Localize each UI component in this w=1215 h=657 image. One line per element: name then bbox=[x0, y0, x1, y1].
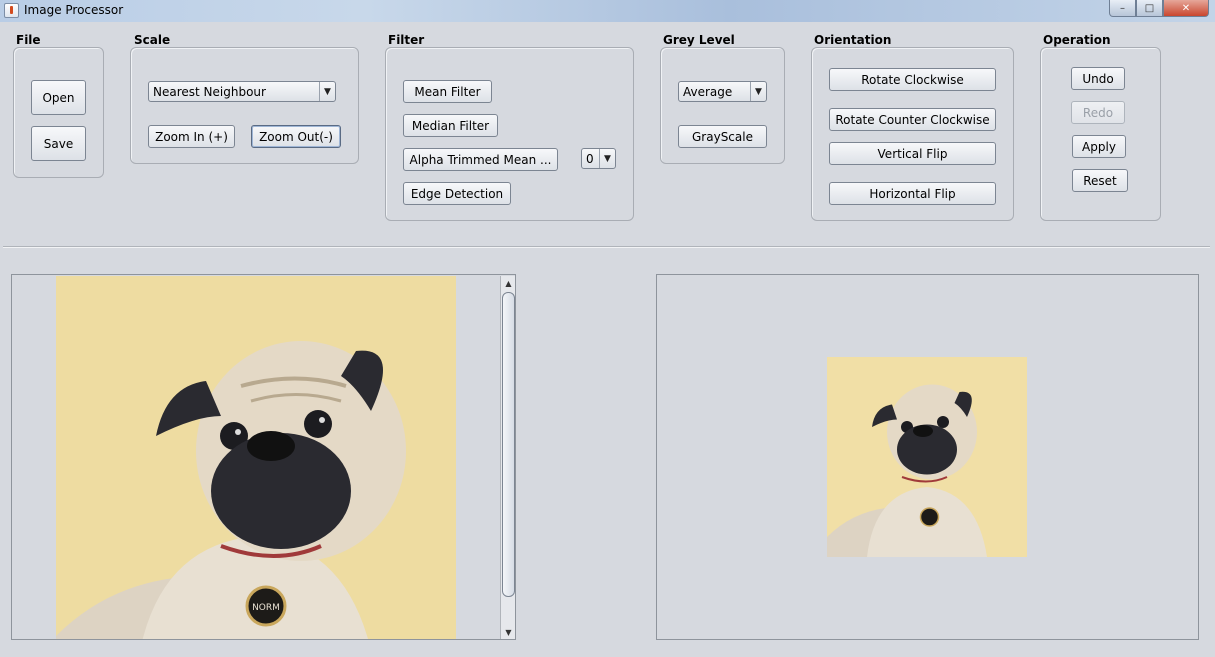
window-controls: – □ ✕ bbox=[1109, 0, 1209, 18]
original-image: NORM bbox=[56, 276, 456, 639]
pug-thumbnail bbox=[827, 357, 1027, 557]
grey-method-value: Average bbox=[683, 84, 733, 99]
open-button[interactable]: Open bbox=[31, 80, 86, 115]
reset-button[interactable]: Reset bbox=[1072, 169, 1128, 192]
alpha-trimmed-mean-button[interactable]: Alpha Trimmed Mean ... bbox=[403, 148, 558, 171]
scale-group-label: Scale bbox=[134, 33, 171, 47]
window-title: Image Processor bbox=[24, 3, 124, 17]
maximize-button[interactable]: □ bbox=[1136, 0, 1163, 17]
mean-filter-button[interactable]: Mean Filter bbox=[403, 80, 492, 103]
toolbar-separator bbox=[3, 246, 1210, 247]
scale-method-value: Nearest Neighbour bbox=[153, 84, 266, 99]
java-app-icon bbox=[4, 3, 19, 18]
alpha-value-select[interactable]: 0 ▼ bbox=[581, 148, 616, 169]
zoom-in-button[interactable]: Zoom In (+) bbox=[148, 125, 235, 148]
zoom-out-button[interactable]: Zoom Out(-) bbox=[251, 125, 341, 148]
operation-group-label: Operation bbox=[1043, 33, 1111, 47]
chevron-down-icon: ▼ bbox=[319, 82, 335, 101]
alpha-value: 0 bbox=[586, 151, 594, 166]
redo-button[interactable]: Redo bbox=[1071, 101, 1125, 124]
close-button[interactable]: ✕ bbox=[1163, 0, 1209, 17]
scroll-up-icon[interactable]: ▲ bbox=[502, 276, 515, 290]
orientation-group-label: Orientation bbox=[814, 33, 892, 47]
rotate-clockwise-button[interactable]: Rotate Clockwise bbox=[829, 68, 996, 91]
processed-image bbox=[827, 357, 1027, 557]
chevron-down-icon: ▼ bbox=[599, 149, 615, 168]
scroll-down-icon[interactable]: ▼ bbox=[502, 625, 515, 639]
vertical-scrollbar[interactable]: ▲ ▼ bbox=[500, 276, 515, 639]
vertical-flip-button[interactable]: Vertical Flip bbox=[829, 142, 996, 165]
chevron-down-icon: ▼ bbox=[750, 82, 766, 101]
scrollbar-thumb[interactable] bbox=[502, 292, 515, 597]
tag-text: NORM bbox=[252, 603, 280, 613]
horizontal-flip-button[interactable]: Horizontal Flip bbox=[829, 182, 996, 205]
grayscale-button[interactable]: GrayScale bbox=[678, 125, 767, 148]
save-button[interactable]: Save bbox=[31, 126, 86, 161]
edge-detection-button[interactable]: Edge Detection bbox=[403, 182, 511, 205]
grey-level-group-label: Grey Level bbox=[663, 33, 735, 47]
scale-method-select[interactable]: Nearest Neighbour ▼ bbox=[148, 81, 336, 102]
filter-group-label: Filter bbox=[388, 33, 425, 47]
median-filter-button[interactable]: Median Filter bbox=[403, 114, 498, 137]
minimize-button[interactable]: – bbox=[1109, 0, 1136, 17]
undo-button[interactable]: Undo bbox=[1071, 67, 1125, 90]
apply-button[interactable]: Apply bbox=[1072, 135, 1126, 158]
file-group-label: File bbox=[16, 33, 41, 47]
rotate-counter-clockwise-button[interactable]: Rotate Counter Clockwise bbox=[829, 108, 996, 131]
title-bar: Image Processor – □ ✕ bbox=[0, 0, 1215, 22]
grey-method-select[interactable]: Average ▼ bbox=[678, 81, 767, 102]
pug-photo: NORM bbox=[56, 276, 456, 639]
